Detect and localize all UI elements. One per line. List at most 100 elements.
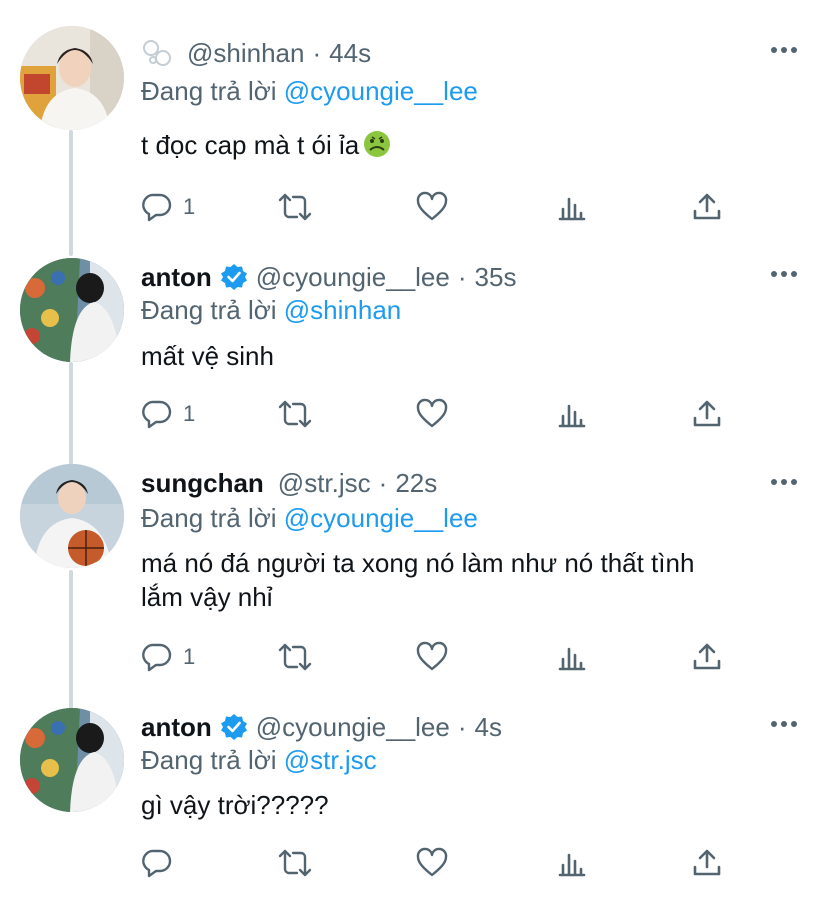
display-name[interactable]: sungchan (141, 468, 264, 499)
retweet-button[interactable] (277, 640, 313, 674)
reply-icon (142, 400, 172, 429)
like-icon (416, 641, 448, 671)
like-icon (416, 191, 448, 221)
reply-count: 1 (183, 194, 196, 219)
reply-button[interactable]: 1 (141, 397, 195, 431)
reply-count: 1 (183, 644, 196, 669)
mention-link[interactable]: @cyoungie__lee (284, 76, 478, 106)
tweet-text: gì vậy trời????? (141, 788, 801, 822)
separator-dot: · (312, 37, 322, 68)
timestamp[interactable]: 4s (475, 712, 502, 743)
tweet-actions: 1 (141, 190, 741, 224)
separator-dot: · (378, 467, 388, 498)
reply-icon (142, 193, 172, 222)
replying-to-label: Đang trả lời (141, 745, 284, 775)
display-name[interactable]: anton (141, 712, 212, 743)
share-button[interactable] (691, 397, 723, 431)
display-name[interactable]: anton (141, 262, 212, 293)
tweet-text: má nó đá người ta xong nó làm như nó thấ… (141, 546, 801, 614)
user-handle[interactable]: @str.jsc (278, 468, 371, 499)
timestamp[interactable]: 35s (475, 262, 517, 293)
tweet-text-content: t đọc cap mà t ói ỉa (141, 130, 360, 160)
reply-button[interactable]: 1 (141, 190, 195, 224)
share-icon (693, 193, 721, 220)
tweet-header: sungchan @str.jsc · 22s (141, 466, 437, 500)
replying-to: Đang trả lời @str.jsc (141, 745, 377, 776)
retweet-icon (278, 193, 312, 221)
avatar[interactable] (20, 26, 124, 130)
tweet-actions: 1 (141, 397, 741, 431)
avatar-photo (20, 464, 124, 568)
tweet-text-content: mất vệ sinh (141, 341, 274, 371)
tweet-text: mất vệ sinh (141, 339, 801, 373)
like-icon (416, 398, 448, 428)
analytics-button[interactable] (555, 397, 587, 431)
retweet-button[interactable] (277, 397, 313, 431)
like-button[interactable] (416, 397, 448, 431)
reply-button[interactable] (141, 846, 173, 880)
avatar-photo (20, 258, 124, 362)
reply-icon (142, 849, 172, 878)
retweet-icon (278, 643, 312, 671)
replying-to-label: Đang trả lời (141, 76, 284, 106)
tweet-header: @shinhan · 44s (141, 36, 371, 70)
retweet-button[interactable] (277, 190, 313, 224)
share-icon (693, 643, 721, 670)
more-icon[interactable] (770, 478, 798, 486)
tweet-text: t đọc cap mà t ói ỉa (141, 128, 801, 162)
more-icon[interactable] (770, 270, 798, 278)
replying-to-label: Đang trả lời (141, 295, 284, 325)
avatar-photo (20, 708, 124, 812)
verified-badge-icon (220, 714, 247, 740)
user-handle[interactable]: @cyoungie__lee (256, 262, 450, 293)
mention-link[interactable]: @str.jsc (284, 745, 377, 775)
like-button[interactable] (416, 846, 448, 880)
reply-icon (142, 643, 172, 672)
share-icon (693, 849, 721, 876)
analytics-icon (558, 197, 586, 221)
replying-to: Đang trả lời @cyoungie__lee (141, 503, 478, 534)
analytics-button[interactable] (555, 846, 587, 880)
retweet-button[interactable] (277, 846, 313, 880)
user-handle[interactable]: @cyoungie__lee (256, 712, 450, 743)
timestamp[interactable]: 22s (395, 468, 437, 499)
analytics-button[interactable] (555, 190, 587, 224)
avatar-photo (20, 26, 124, 130)
thread-line (69, 362, 73, 466)
analytics-button[interactable] (555, 640, 587, 674)
replying-to-label: Đang trả lời (141, 503, 284, 533)
avatar[interactable] (20, 258, 124, 362)
ghost-account-icon (143, 40, 171, 66)
more-icon[interactable] (770, 46, 798, 54)
share-icon (693, 400, 721, 427)
more-icon[interactable] (770, 720, 798, 728)
avatar[interactable] (20, 464, 124, 568)
user-handle[interactable]: @shinhan (187, 38, 304, 69)
like-button[interactable] (416, 190, 448, 224)
retweet-icon (278, 400, 312, 428)
verified-badge-icon (220, 264, 247, 290)
tweet[interactable]: @shinhan · 44s Đang trả lời @cyoungie__l… (0, 0, 828, 250)
share-button[interactable] (691, 846, 723, 880)
share-button[interactable] (691, 640, 723, 674)
like-icon (416, 847, 448, 877)
avatar[interactable] (20, 708, 124, 812)
tweet-text-line: lắm vậy nhỉ (141, 582, 273, 612)
share-button[interactable] (691, 190, 723, 224)
mention-link[interactable]: @cyoungie__lee (284, 503, 478, 533)
replying-to: Đang trả lời @cyoungie__lee (141, 76, 478, 107)
nauseated-face-emoji-icon (364, 131, 391, 157)
reply-button[interactable]: 1 (141, 640, 195, 674)
timestamp[interactable]: 44s (329, 38, 371, 69)
tweet-text-line: má nó đá người ta xong nó làm như nó thấ… (141, 548, 695, 578)
tweet-header: anton @cyoungie__lee · 4s (141, 710, 502, 744)
tweet-text-content: gì vậy trời????? (141, 790, 329, 820)
reply-count: 1 (183, 401, 196, 426)
like-button[interactable] (416, 640, 448, 674)
retweet-icon (278, 849, 312, 877)
analytics-icon (558, 404, 586, 428)
analytics-icon (558, 647, 586, 671)
tweet-header: anton @cyoungie__lee · 35s (141, 260, 516, 294)
mention-link[interactable]: @shinhan (284, 295, 401, 325)
thread-line (69, 570, 73, 710)
